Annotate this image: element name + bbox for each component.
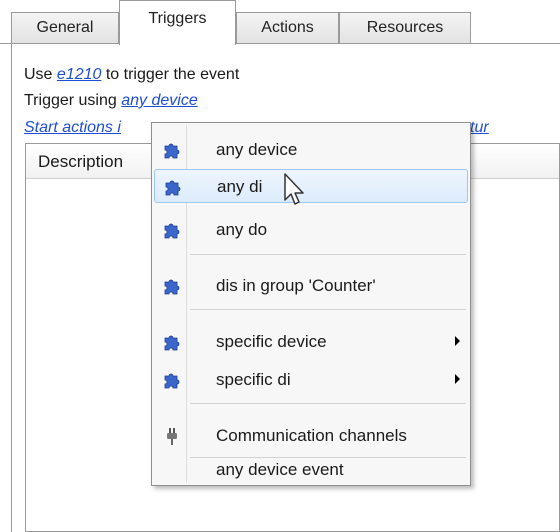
tab-triggers[interactable]: Triggers — [119, 0, 236, 45]
trigger-source-menu: any device any di any do dis in group 'C… — [151, 122, 471, 486]
menu-item-dis-in-group[interactable]: dis in group 'Counter' — [154, 269, 468, 303]
mouse-cursor-icon — [284, 173, 304, 205]
tab-general[interactable]: General — [11, 12, 119, 44]
start-actions-line: Start actions i — [24, 119, 121, 137]
tab-resources[interactable]: Resources — [339, 12, 471, 44]
menu-separator — [190, 254, 466, 255]
start-actions-link-tail[interactable]: tur — [470, 119, 489, 136]
tab-actions[interactable]: Actions — [236, 12, 339, 44]
menu-item-specific-device[interactable]: specific device — [154, 325, 468, 359]
menu-separator — [190, 403, 466, 404]
menu-item-specific-di[interactable]: specific di — [154, 363, 468, 397]
menu-separator — [190, 309, 466, 310]
event-link[interactable]: e1210 — [57, 66, 102, 83]
start-actions-tail: tur — [470, 119, 489, 137]
menu-item-label: any do — [216, 220, 268, 239]
puzzle-icon — [164, 279, 180, 295]
use-line: Use e1210 to trigger the event — [24, 66, 239, 84]
use-prefix: Use — [24, 66, 53, 83]
submenu-arrow-icon — [455, 374, 460, 384]
menu-item-any-di[interactable]: any di — [154, 169, 468, 203]
menu-item-label: any di — [217, 177, 263, 196]
tab-triggers-label: Triggers — [148, 10, 207, 27]
tab-general-label: General — [36, 19, 94, 36]
tab-actions-label: Actions — [261, 19, 314, 36]
tab-strip: General Triggers Actions Resources — [0, 0, 560, 45]
menu-item-label: specific device — [216, 332, 327, 351]
start-actions-link[interactable]: Start actions i — [24, 119, 121, 136]
puzzle-icon — [164, 335, 180, 351]
puzzle-icon — [164, 373, 180, 389]
trigger-source-link[interactable]: any device — [121, 92, 198, 109]
menu-item-label: dis in group 'Counter' — [216, 276, 376, 295]
trigger-line: Trigger using any device — [24, 92, 198, 110]
menu-item-label: any device — [216, 140, 298, 159]
menu-item-any-do[interactable]: any do — [154, 213, 468, 247]
puzzle-icon — [164, 143, 180, 159]
menu-item-label: Communication channels — [216, 426, 407, 445]
puzzle-icon — [164, 223, 180, 239]
trigger-prefix: Trigger using — [24, 92, 117, 109]
tab-resources-label: Resources — [366, 19, 444, 36]
menu-item-any-device-event[interactable]: any device event — [154, 450, 468, 484]
menu-item-any-device[interactable]: any device — [154, 133, 468, 167]
menu-item-label: any device event — [216, 460, 344, 479]
use-suffix: to trigger the event — [105, 66, 240, 83]
plug-icon — [167, 428, 177, 445]
puzzle-icon — [165, 180, 181, 196]
submenu-arrow-icon — [455, 336, 460, 346]
column-description[interactable]: Description — [38, 152, 123, 172]
menu-item-communication-channels[interactable]: Communication channels — [154, 419, 468, 453]
menu-item-label: specific di — [216, 370, 291, 389]
